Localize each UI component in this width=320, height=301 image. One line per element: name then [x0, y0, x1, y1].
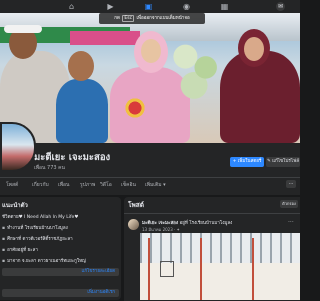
cover-banner-pink	[70, 31, 140, 45]
edit-profile-button[interactable]: ✎ แก้ไขโปรไฟล์	[266, 157, 300, 167]
tab-more[interactable]: เพิ่มเติม ▾	[145, 181, 166, 189]
intro-education-text: ศึกษาที่ ดาวดีเวอร์สิตี้ราชภัฏยะลา	[7, 237, 73, 242]
marketplace-icon[interactable]: ▣	[144, 2, 153, 11]
tab-about[interactable]: เกี่ยวกับ	[32, 181, 49, 189]
tabs-more-options-button[interactable]: ···	[286, 180, 296, 188]
profile-friend-count[interactable]: เพื่อน 773 คน	[34, 164, 65, 172]
intro-lives-in: ▪ อาศัยอยู่ที่ ยะลา	[2, 246, 38, 253]
graduation-cap-icon: ▪	[2, 237, 6, 242]
cover-person-boy	[56, 79, 108, 143]
edit-profile-label: แก้ไขโปรไฟล์	[272, 159, 300, 164]
post-photo-roof-structure	[140, 233, 300, 263]
intro-education: ▪ ศึกษาที่ ดาวดีเวอร์สิตี้ราชภัฏยะลา	[2, 235, 73, 242]
fullscreen-exit-tooltip: กด Esc เพื่อออกจากแบบเต็มหน้าจอ	[99, 13, 205, 24]
post-photo[interactable]	[140, 233, 300, 300]
post-timestamp[interactable]: 13 มีนาคม 2023 · ✦	[142, 226, 180, 233]
intro-work-text: ทำงานที่ โรงเรียนบ้านบาโงมูลง	[7, 226, 68, 231]
gaming-icon[interactable]: ▦	[220, 2, 229, 11]
tooltip-text-after: เพื่อออกจากแบบเต็มหน้าจอ	[136, 16, 190, 21]
post-action: อยู่ที่ โรงเรียนบ้านบาโงมูลง	[179, 221, 233, 226]
briefcase-icon: ▪	[2, 226, 6, 231]
home-small-icon: ▪	[2, 248, 6, 253]
intro-from-text: มาจาก จ.ยะลา ดาวธาเนอาร์ทแยะกูใหญ่	[7, 259, 86, 264]
messenger-icon[interactable]: ✉	[276, 2, 285, 11]
cover-person-graduate-face	[141, 39, 161, 63]
intro-bio-text: ชีวิตตาย♥ I Need Allah In My Life♥	[2, 215, 79, 220]
location-pin-icon: ▪	[2, 259, 6, 264]
cover-flower-bouquet	[120, 93, 150, 123]
posts-title: โพสต์	[128, 201, 144, 209]
intro-lives-in-text: อาศัยอยู่ที่ ยะลา	[7, 248, 38, 253]
watch-icon[interactable]: ▶	[106, 2, 115, 11]
posts-filter-button[interactable]: ตัวกรอง	[280, 200, 298, 208]
top-navigation-bar: ⌂ ▶ ▣ ◉ ▦ ✉	[0, 0, 300, 13]
home-icon[interactable]: ⌂	[67, 2, 76, 11]
intro-work: ▪ ทำงานที่ โรงเรียนบ้านบาโงมูลง	[2, 224, 68, 231]
add-to-story-label: เพิ่มในสตอรี่	[237, 159, 262, 164]
intro-from: ▪ มาจาก จ.ยะลา ดาวธาเนอาร์ทแยะกูใหญ่	[2, 257, 86, 264]
profile-name: มะตีเยะ เจะมะสอง	[34, 152, 111, 163]
groups-icon[interactable]: ◉	[182, 2, 191, 11]
post-more-options-button[interactable]: ···	[288, 219, 294, 226]
tooltip-esc-key: Esc	[122, 15, 135, 22]
cover-photo[interactable]	[0, 13, 300, 143]
tab-photos[interactable]: รูปภาพ	[80, 181, 95, 189]
tooltip-text-before: กด	[114, 16, 120, 21]
edit-details-button[interactable]: แก้ไขรายละเอียด	[2, 268, 119, 276]
cover-person-father-cap	[4, 25, 42, 33]
cover-money-bouquet	[168, 35, 226, 107]
post-photo-pillar	[148, 238, 150, 300]
add-hobbies-button[interactable]: เพิ่มงานอดิเรก	[2, 289, 119, 297]
cover-person-boy-head	[68, 51, 94, 81]
add-to-story-button[interactable]: + เพิ่มในสตอรี่	[230, 157, 264, 167]
intro-bio: ชีวิตตาย♥ I Need Allah In My Life♥	[2, 213, 78, 220]
post-photo-pillar	[200, 238, 202, 300]
tab-videos[interactable]: วิดีโอ	[100, 181, 112, 189]
post-header: มะตีเยะ เจะมะสอง อยู่ที่ โรงเรียนบ้านบาโ…	[142, 219, 232, 226]
post-author-avatar[interactable]	[128, 219, 139, 230]
post-photo-basketball-hoop	[160, 261, 174, 277]
post-photo-pillar	[252, 238, 254, 300]
tab-posts[interactable]: โพสต์	[6, 181, 18, 189]
profile-tabs: โพสต์ เกี่ยวกับ เพื่อน รูปภาพ วิดีโอ เช็…	[0, 177, 300, 192]
tab-checkins[interactable]: เช็คอิน	[121, 181, 136, 189]
cover-person-mother-face	[244, 37, 264, 61]
tab-friends[interactable]: เพื่อน	[58, 181, 69, 189]
intro-title: แนะนำตัว	[2, 202, 28, 209]
